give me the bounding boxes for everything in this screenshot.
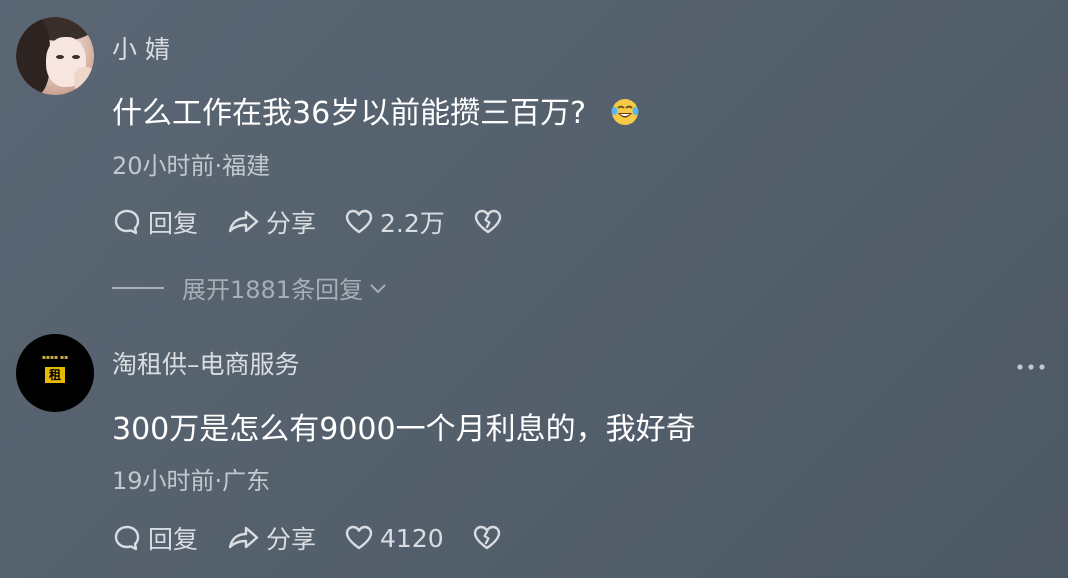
comment-bubble-icon — [114, 525, 140, 551]
avatar-logo-caption: ▪▪▪▪ ▪▪ — [41, 354, 69, 361]
avatar[interactable]: ▪▪▪▪ ▪▪ 租 — [16, 334, 94, 412]
username[interactable]: 淘租供–电商服务 — [112, 345, 300, 381]
avatar[interactable] — [16, 17, 94, 95]
action-bar: 回复 分享 4120 — [112, 520, 536, 556]
share-label: 分享 — [266, 525, 317, 554]
share-arrow-icon — [228, 526, 259, 549]
like-count: 4120 — [380, 523, 444, 553]
share-arrow-icon — [228, 210, 259, 233]
comment-text: 什么工作在我36岁以前能攒三百万? — [112, 88, 640, 132]
avatar-eye — [56, 55, 64, 59]
more-options-icon[interactable] — [1016, 362, 1046, 372]
reply-label: 回复 — [148, 209, 199, 238]
share-label: 分享 — [266, 209, 317, 238]
share-button[interactable]: 分享 — [226, 520, 316, 556]
divider — [112, 286, 164, 289]
laugh-cry-emoji-icon — [611, 99, 639, 125]
avatar-hand — [74, 67, 94, 93]
comment-text-body: 什么工作在我36岁以前能攒三百万? — [112, 96, 587, 131]
comment-text: 300万是怎么有9000一个月利息的，我好奇 — [112, 412, 696, 447]
reply-button[interactable]: 回复 — [112, 204, 198, 240]
comment-bubble-icon — [114, 209, 140, 235]
like-button[interactable]: 2.2万 — [344, 204, 445, 240]
avatar-eye — [72, 55, 80, 59]
username[interactable]: 小 婧 — [112, 30, 170, 66]
expand-replies-label: 展开1881条回复 — [182, 276, 364, 304]
broken-heart-icon — [474, 209, 501, 234]
broken-heart-icon — [473, 525, 500, 550]
heart-icon — [345, 209, 373, 234]
avatar-hair-side — [16, 17, 50, 95]
heart-icon — [345, 525, 373, 550]
comment-meta: 20小时前·福建 — [112, 152, 271, 180]
chevron-down-icon — [370, 283, 386, 293]
dislike-button[interactable] — [472, 523, 508, 553]
comment-meta: 19小时前·广东 — [112, 467, 271, 495]
dislike-button[interactable] — [473, 207, 509, 237]
like-button[interactable]: 4120 — [344, 523, 444, 553]
share-button[interactable]: 分享 — [226, 204, 316, 240]
like-count: 2.2万 — [380, 209, 445, 238]
reply-label: 回复 — [148, 525, 199, 554]
reply-button[interactable]: 回复 — [112, 520, 198, 556]
action-bar: 回复 分享 2.2万 — [112, 204, 537, 240]
avatar-logo: 租 — [45, 367, 65, 383]
expand-replies-button[interactable]: 展开1881条回复 — [112, 270, 389, 305]
